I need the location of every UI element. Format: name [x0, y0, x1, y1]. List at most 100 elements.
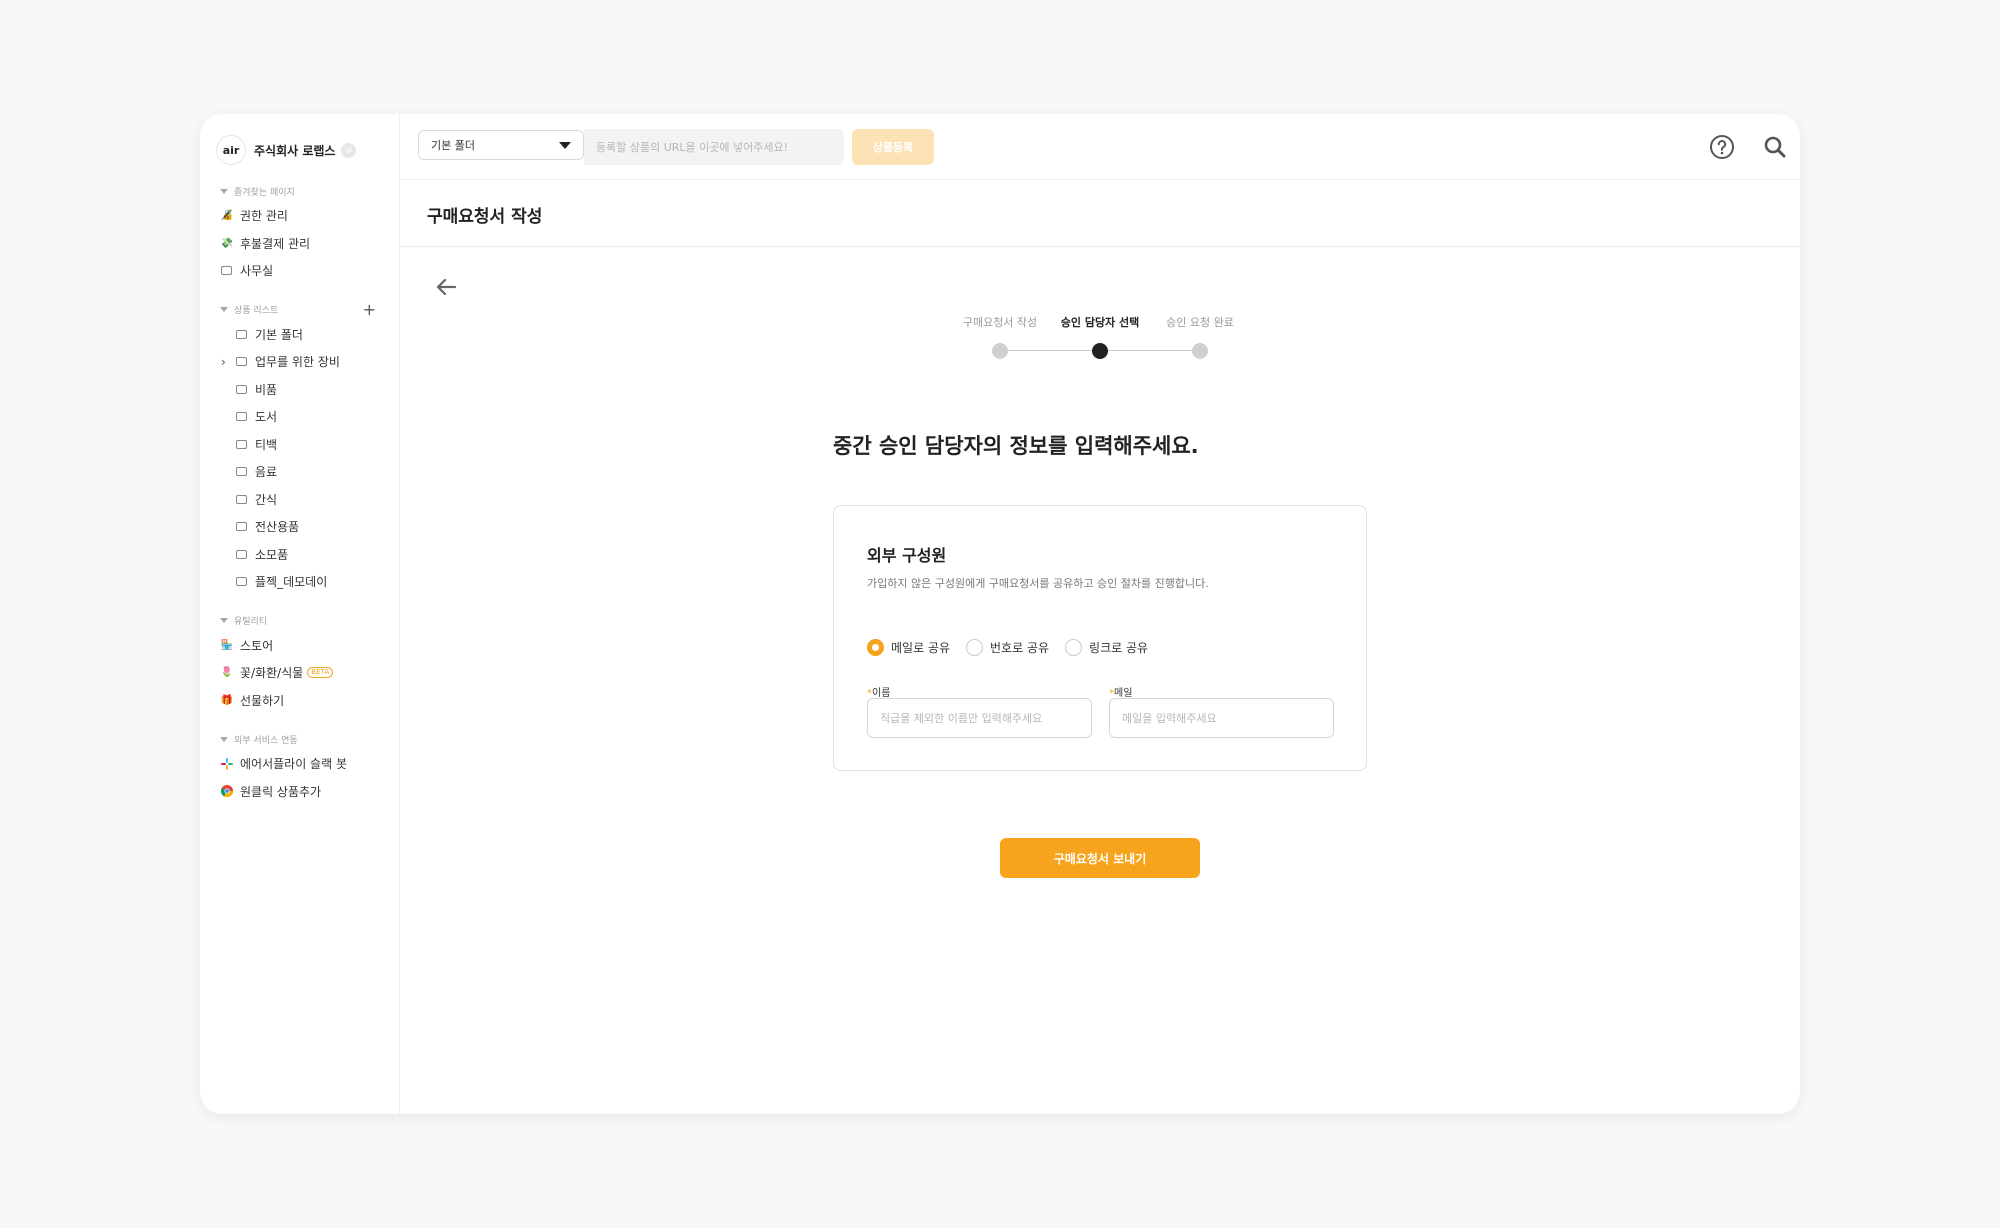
sidebar-item-label: 선물하기 [240, 693, 285, 708]
sidebar-item-label: 꽃/화환/식물 [240, 666, 304, 681]
collapse-triangle-icon [220, 307, 228, 312]
caret-down-icon [559, 142, 571, 149]
folder-select[interactable]: 기본 폴더 [418, 130, 584, 160]
collapse-triangle-icon [220, 736, 228, 742]
register-product-button[interactable]: 상품등록 [852, 129, 934, 165]
sidebar-folder-snacks[interactable]: 간식 [200, 486, 400, 514]
folder-icon [236, 577, 247, 587]
radio-share-link[interactable]: 링크로 공유 [1065, 639, 1148, 656]
sidebar-folder-default[interactable]: 기본 폴더 [200, 321, 400, 349]
favorites-section-title: 즐겨찾는 페이지 [234, 187, 295, 198]
sidebar-item-label: 업무를 위한 장비 [255, 355, 340, 370]
slack-icon [221, 757, 233, 770]
utility-section-toggle[interactable]: 유틸리티 [200, 610, 400, 632]
company-logo: air [216, 135, 246, 165]
sidebar-item-postpay[interactable]: 💸 후불결제 관리 [200, 230, 400, 258]
sidebar-item-gift[interactable]: 🎁 선물하기 [200, 687, 400, 715]
sidebar-folder-teabags[interactable]: 티백 [200, 431, 400, 459]
sidebar-item-store[interactable]: 🏪 스토어 [200, 632, 400, 660]
radio-label: 메일로 공유 [891, 641, 951, 655]
sidebar-item-one-click[interactable]: 원클릭 상품추가 [200, 778, 400, 806]
switch-company-icon[interactable]: ⇄ [341, 142, 357, 158]
sidebar-item-flowers[interactable]: 🌷 꽃/화환/식물 BETA [200, 659, 400, 687]
sidebar-item-label: 티백 [255, 437, 278, 452]
sidebar-folder-drinks[interactable]: 음료 [200, 458, 400, 486]
name-field-label: *이름 [867, 684, 890, 699]
product-url-input[interactable] [584, 129, 844, 165]
favorites-section-toggle[interactable]: 즐겨찾는 페이지 [200, 180, 400, 202]
plus-icon[interactable]: + [363, 300, 376, 319]
radio-label: 링크로 공유 [1089, 641, 1149, 655]
utility-section-title: 유틸리티 [234, 617, 268, 627]
product-list-section-title: 상품 리스트 [234, 306, 279, 316]
flower-icon: 🌷 [220, 667, 234, 679]
store-icon: 🏪 [220, 639, 234, 651]
folder-icon [236, 549, 247, 559]
step-dot-select-approver [1092, 343, 1108, 359]
sidebar-folder-supplies[interactable]: 비품 [200, 376, 400, 404]
product-list-section-toggle[interactable]: 상품 리스트 + [200, 299, 400, 321]
email-input[interactable] [1109, 698, 1334, 738]
sidebar-folder-consumables[interactable]: 소모품 [200, 541, 400, 569]
sidebar-folder-work-equipment[interactable]: › 업무를 위한 장비 [200, 348, 400, 376]
share-method-radio-group: 메일로 공유 번호로 공유 링크로 공유 [867, 639, 1164, 656]
external-section-title: 외부 서비스 연동 [234, 735, 298, 746]
step-dot-complete [1192, 343, 1208, 359]
sidebar-item-permissions[interactable]: 🔏 권한 관리 [200, 202, 400, 230]
sidebar-item-label: 기본 폴더 [255, 327, 303, 342]
sidebar-item-label: 스토어 [240, 638, 274, 653]
help-icon[interactable] [1707, 132, 1737, 162]
company-switcher[interactable]: air 주식회사 로랩스 ⇄ [216, 134, 357, 166]
folder-icon [221, 266, 232, 276]
sidebar-item-label: 권한 관리 [240, 209, 288, 224]
sidebar-item-label: 비품 [255, 382, 278, 397]
app-window: air 주식회사 로랩스 ⇄ 즐겨찾는 페이지 🔏 권한 관리 💸 후불결제 관… [200, 114, 1800, 1114]
sidebar-folder-demoday[interactable]: 플젝_데모데이 [200, 568, 400, 596]
sidebar-item-label: 간식 [255, 492, 278, 507]
top-bar: 기본 폴더 상품등록 [400, 114, 1800, 180]
send-purchase-request-button[interactable]: 구매요청서 보내기 [1000, 838, 1200, 878]
chrome-icon [221, 785, 233, 798]
sidebar-folder-it-supplies[interactable]: 전산용품 [200, 513, 400, 541]
radio-share-phone[interactable]: 번호로 공유 [966, 639, 1049, 656]
sidebar-item-slack-bot[interactable]: 에어서플라이 슬랙 봇 [200, 750, 400, 778]
key-badge-icon: 🔏 [220, 210, 234, 222]
step-dot-write [992, 343, 1008, 359]
search-icon[interactable] [1760, 132, 1790, 162]
sidebar-nav: 즐겨찾는 페이지 🔏 권한 관리 💸 후불결제 관리 사무실 상품 리스트 + [200, 180, 400, 805]
radio-share-email[interactable]: 메일로 공유 [867, 639, 950, 656]
sidebar-item-label: 후불결제 관리 [240, 236, 311, 251]
radio-label: 번호로 공유 [990, 641, 1050, 655]
sidebar-folder-books[interactable]: 도서 [200, 403, 400, 431]
folder-icon [236, 329, 247, 339]
radio-checked-icon [867, 639, 884, 656]
sidebar-item-label: 에어서플라이 슬랙 봇 [240, 757, 347, 772]
back-arrow-icon[interactable] [433, 274, 459, 300]
step-label-complete: 승인 요청 완료 [1166, 316, 1234, 329]
sidebar-item-label: 플젝_데모데이 [255, 575, 328, 590]
folder-icon [236, 522, 247, 532]
folder-select-value: 기본 폴더 [431, 139, 475, 152]
folder-icon [236, 357, 247, 367]
page-header: 구매요청서 작성 [400, 180, 1800, 247]
radio-unchecked-icon [966, 639, 984, 656]
chevron-right-icon[interactable]: › [221, 355, 226, 369]
page-title: 구매요청서 작성 [427, 207, 543, 227]
sidebar-item-label: 도서 [255, 410, 278, 425]
sidebar: air 주식회사 로랩스 ⇄ 즐겨찾는 페이지 🔏 권한 관리 💸 후불결제 관… [200, 114, 400, 1114]
gift-icon: 🎁 [220, 694, 234, 706]
sidebar-item-office[interactable]: 사무실 [200, 257, 400, 285]
folder-icon [236, 439, 247, 449]
folder-icon [236, 384, 247, 394]
section-heading: 중간 승인 담당자의 정보를 입력해주세요. [833, 434, 1199, 458]
external-section-toggle[interactable]: 외부 서비스 연동 [200, 728, 400, 750]
sidebar-item-label: 전산용품 [255, 520, 300, 535]
card-description: 가입하지 않은 구성원에게 구매요청서를 공유하고 승인 절차를 진행합니다. [867, 577, 1209, 590]
folder-icon [236, 467, 247, 477]
external-member-card: 외부 구성원 가입하지 않은 구성원에게 구매요청서를 공유하고 승인 절차를 … [833, 505, 1367, 771]
name-input[interactable] [867, 698, 1092, 738]
email-field-label: *메일 [1109, 684, 1132, 699]
sidebar-item-label: 소모품 [255, 547, 289, 562]
folder-icon [236, 494, 247, 504]
sidebar-item-label: 원클릭 상품추가 [240, 784, 322, 799]
